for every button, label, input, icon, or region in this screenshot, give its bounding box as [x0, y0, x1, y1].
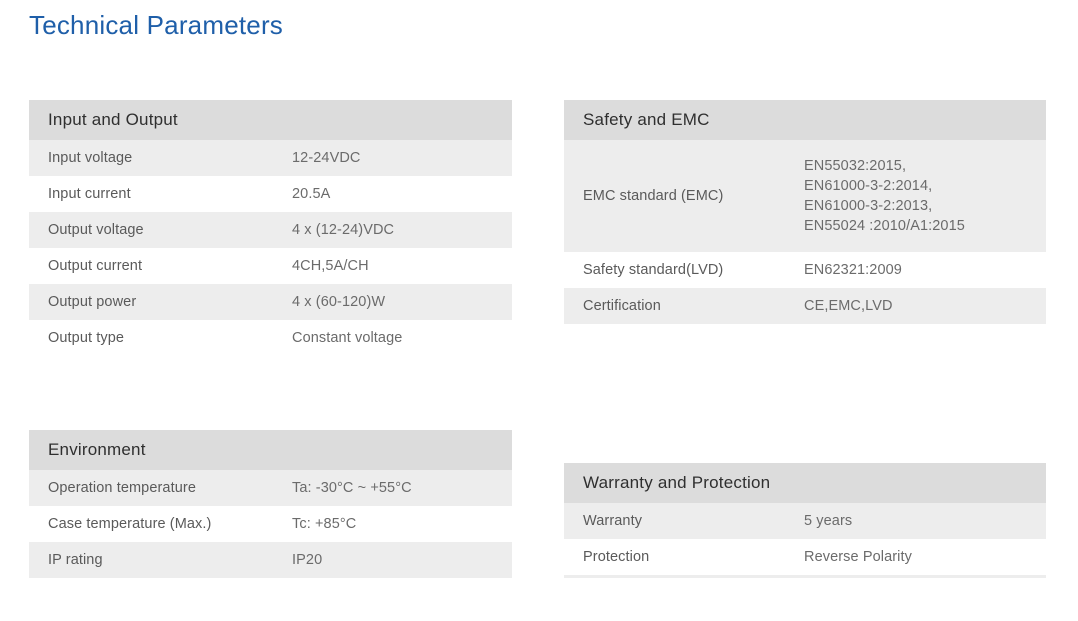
row-value: 4 x (12-24)VDC: [292, 222, 395, 238]
table-row: EMC standard (EMC) EN55032:2015, EN61000…: [564, 140, 1046, 252]
row-label: Case temperature (Max.): [48, 516, 212, 532]
row-value: 4 x (60-120)W: [292, 294, 386, 310]
table-row: Output current 4CH,5A/CH: [29, 248, 512, 284]
table-row: Output voltage 4 x (12-24)VDC: [29, 212, 512, 248]
table-row: Certification CE,EMC,LVD: [564, 288, 1046, 324]
row-value: Ta: -30°C ~ +55°C: [292, 480, 412, 496]
row-value: IP20: [292, 552, 323, 568]
row-label: Protection: [583, 549, 650, 565]
row-value: 20.5A: [292, 186, 331, 202]
table-body-warranty-and-protection: Warranty 5 years Protection Reverse Pola…: [564, 503, 1046, 575]
row-label: Certification: [583, 298, 661, 314]
page-title: Technical Parameters: [29, 10, 283, 40]
table-header-safety-and-emc: Safety and EMC: [564, 100, 1046, 140]
row-label: Input current: [48, 186, 131, 202]
table-row: Operation temperature Ta: -30°C ~ +55°C: [29, 470, 512, 506]
row-value: 12-24VDC: [292, 150, 361, 166]
row-value: 5 years: [804, 513, 853, 529]
table-header-label: Input and Output: [48, 110, 178, 129]
row-value: 4CH,5A/CH: [292, 258, 369, 274]
row-value: EN55032:2015, EN61000-3-2:2014, EN61000-…: [804, 158, 965, 234]
table-row: Input current 20.5A: [29, 176, 512, 212]
row-label: Output current: [48, 258, 143, 274]
table-header-label: Safety and EMC: [583, 110, 710, 129]
table-header-label: Warranty and Protection: [583, 473, 771, 492]
table-row: Safety standard(LVD) EN62321:2009: [564, 252, 1046, 288]
table-environment: Environment Operation temperature Ta: -3…: [29, 430, 512, 578]
row-label: Output voltage: [48, 222, 144, 238]
row-label: Output power: [48, 294, 137, 310]
table-row: Case temperature (Max.) Tc: +85°C: [29, 506, 512, 542]
row-label: IP rating: [48, 552, 103, 568]
table-header-warranty-and-protection: Warranty and Protection: [564, 463, 1046, 503]
row-value: Tc: +85°C: [292, 516, 357, 532]
table-body-input-and-output: Input voltage 12-24VDC Input current 20.…: [29, 140, 512, 354]
table-body-safety-and-emc: EMC standard (EMC) EN55032:2015, EN61000…: [564, 140, 1046, 324]
table-row-clipped: [564, 575, 1046, 578]
table-header-input-and-output: Input and Output: [29, 100, 512, 140]
row-label: Output type: [48, 330, 125, 346]
table-row: Warranty 5 years: [564, 503, 1046, 539]
row-label: Warranty: [583, 513, 643, 529]
row-label: EMC standard (EMC): [583, 188, 724, 204]
table-row: Output type Constant voltage: [29, 320, 512, 354]
table-safety-and-emc: Safety and EMC EMC standard (EMC) EN5503…: [564, 100, 1046, 340]
table-row: Input voltage 12-24VDC: [29, 140, 512, 176]
table-row: Protection Reverse Polarity: [564, 539, 1046, 575]
row-value: Constant voltage: [292, 330, 403, 346]
table-body-environment: Operation temperature Ta: -30°C ~ +55°C …: [29, 470, 512, 578]
row-label: Operation temperature: [48, 480, 196, 496]
row-value: CE,EMC,LVD: [804, 298, 893, 314]
table-warranty-and-protection: Warranty and Protection Warranty 5 years…: [564, 463, 1046, 578]
row-label: Input voltage: [48, 150, 133, 166]
table-header-label: Environment: [48, 440, 146, 459]
table-header-environment: Environment: [29, 430, 512, 470]
table-row: IP rating IP20: [29, 542, 512, 578]
row-value: Reverse Polarity: [804, 549, 912, 565]
table-input-and-output: Input and Output Input voltage 12-24VDC …: [29, 100, 512, 354]
table-row: Output power 4 x (60-120)W: [29, 284, 512, 320]
row-label: Safety standard(LVD): [583, 262, 724, 278]
row-value: EN62321:2009: [804, 262, 902, 278]
